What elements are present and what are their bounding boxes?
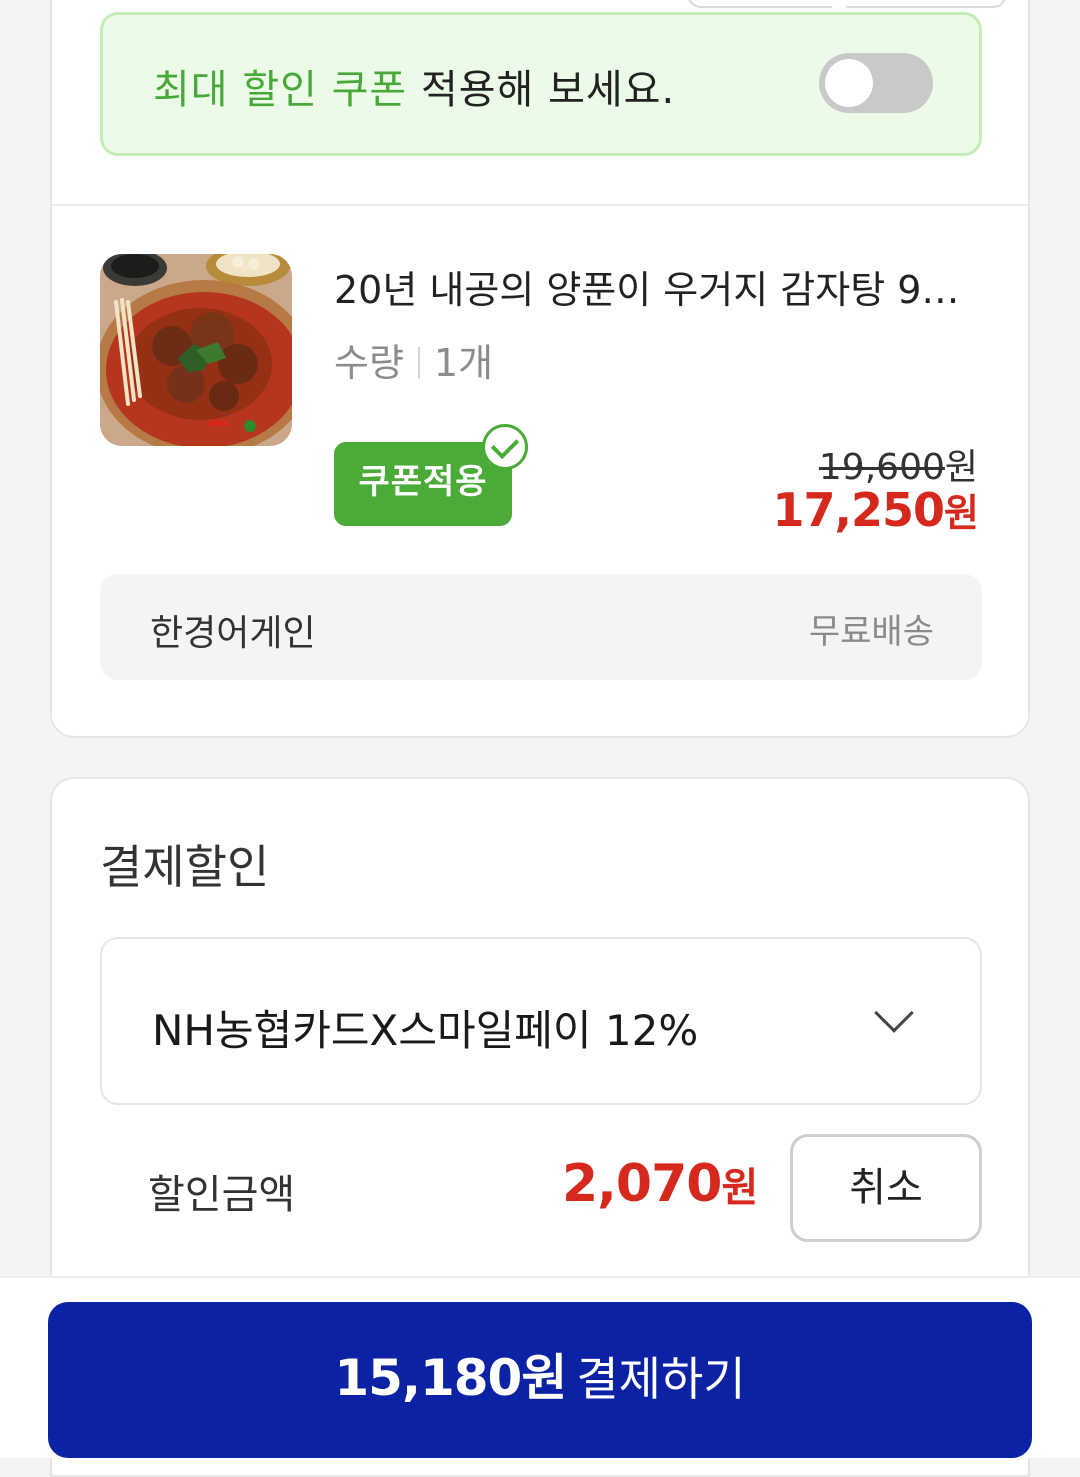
product-thumbnail[interactable] bbox=[100, 254, 292, 446]
chevron-down-icon bbox=[874, 993, 914, 1033]
divider bbox=[52, 204, 1028, 206]
checkout-button[interactable]: 15,180원 결제하기 bbox=[48, 1302, 1032, 1458]
shipping-info: 무료배송 bbox=[808, 612, 934, 652]
max-coupon-toggle[interactable] bbox=[819, 53, 933, 113]
quantity-info: 수량 1개 bbox=[334, 332, 493, 387]
checkout-amount: 15,180원 bbox=[334, 1349, 567, 1407]
checkout-bar: 15,180원 결제하기 bbox=[0, 1276, 1080, 1458]
discount-amount-currency: 원 bbox=[721, 1165, 758, 1211]
section-title: 결제할인 bbox=[100, 840, 270, 894]
coupon-banner-message: 적용해 보세요. bbox=[407, 67, 676, 113]
max-coupon-banner: 최대 할인 쿠폰 적용해 보세요. bbox=[100, 12, 982, 156]
seller-row: 한경어게인 무료배송 bbox=[100, 574, 982, 680]
sale-price-currency: 원 bbox=[944, 491, 979, 535]
product-name[interactable]: 20년 내공의 양푼이 우거지 감자탕 900g 2팩 bbox=[334, 259, 974, 314]
product-image bbox=[100, 254, 292, 446]
seller-name: 한경어게인 bbox=[150, 613, 316, 654]
discount-amount: 2,070원 bbox=[562, 1154, 758, 1214]
discount-amount-value: 2,070 bbox=[562, 1154, 722, 1214]
coupon-banner-text: 최대 할인 쿠폰 적용해 보세요. bbox=[153, 57, 675, 115]
sale-price: 17,250원 bbox=[772, 482, 979, 537]
card-discount-select[interactable]: NH농협카드X스마일페이 12% bbox=[100, 937, 982, 1105]
quantity-separator bbox=[417, 347, 420, 379]
cancel-button[interactable]: 취소 bbox=[790, 1134, 982, 1242]
toggle-knob bbox=[825, 59, 873, 107]
coupon-banner-highlight: 최대 할인 쿠폰 bbox=[153, 67, 408, 113]
discount-amount-label: 할인금액 bbox=[148, 1172, 296, 1218]
quantity-value: 1개 bbox=[433, 341, 494, 385]
checkout-label: 결제하기 bbox=[576, 1352, 746, 1406]
order-item-card: 최대 할인 쿠폰 적용해 보세요. 20년 내공의 양푼이 우거지 감자탕 90… bbox=[50, 0, 1030, 738]
quantity-label: 수량 bbox=[334, 341, 404, 385]
sale-price-value: 17,250 bbox=[772, 483, 946, 537]
selected-card-discount: NH농협카드X스마일페이 12% bbox=[152, 1006, 699, 1055]
tooltip-bubble bbox=[687, 0, 1007, 8]
check-circle-icon bbox=[482, 424, 528, 470]
